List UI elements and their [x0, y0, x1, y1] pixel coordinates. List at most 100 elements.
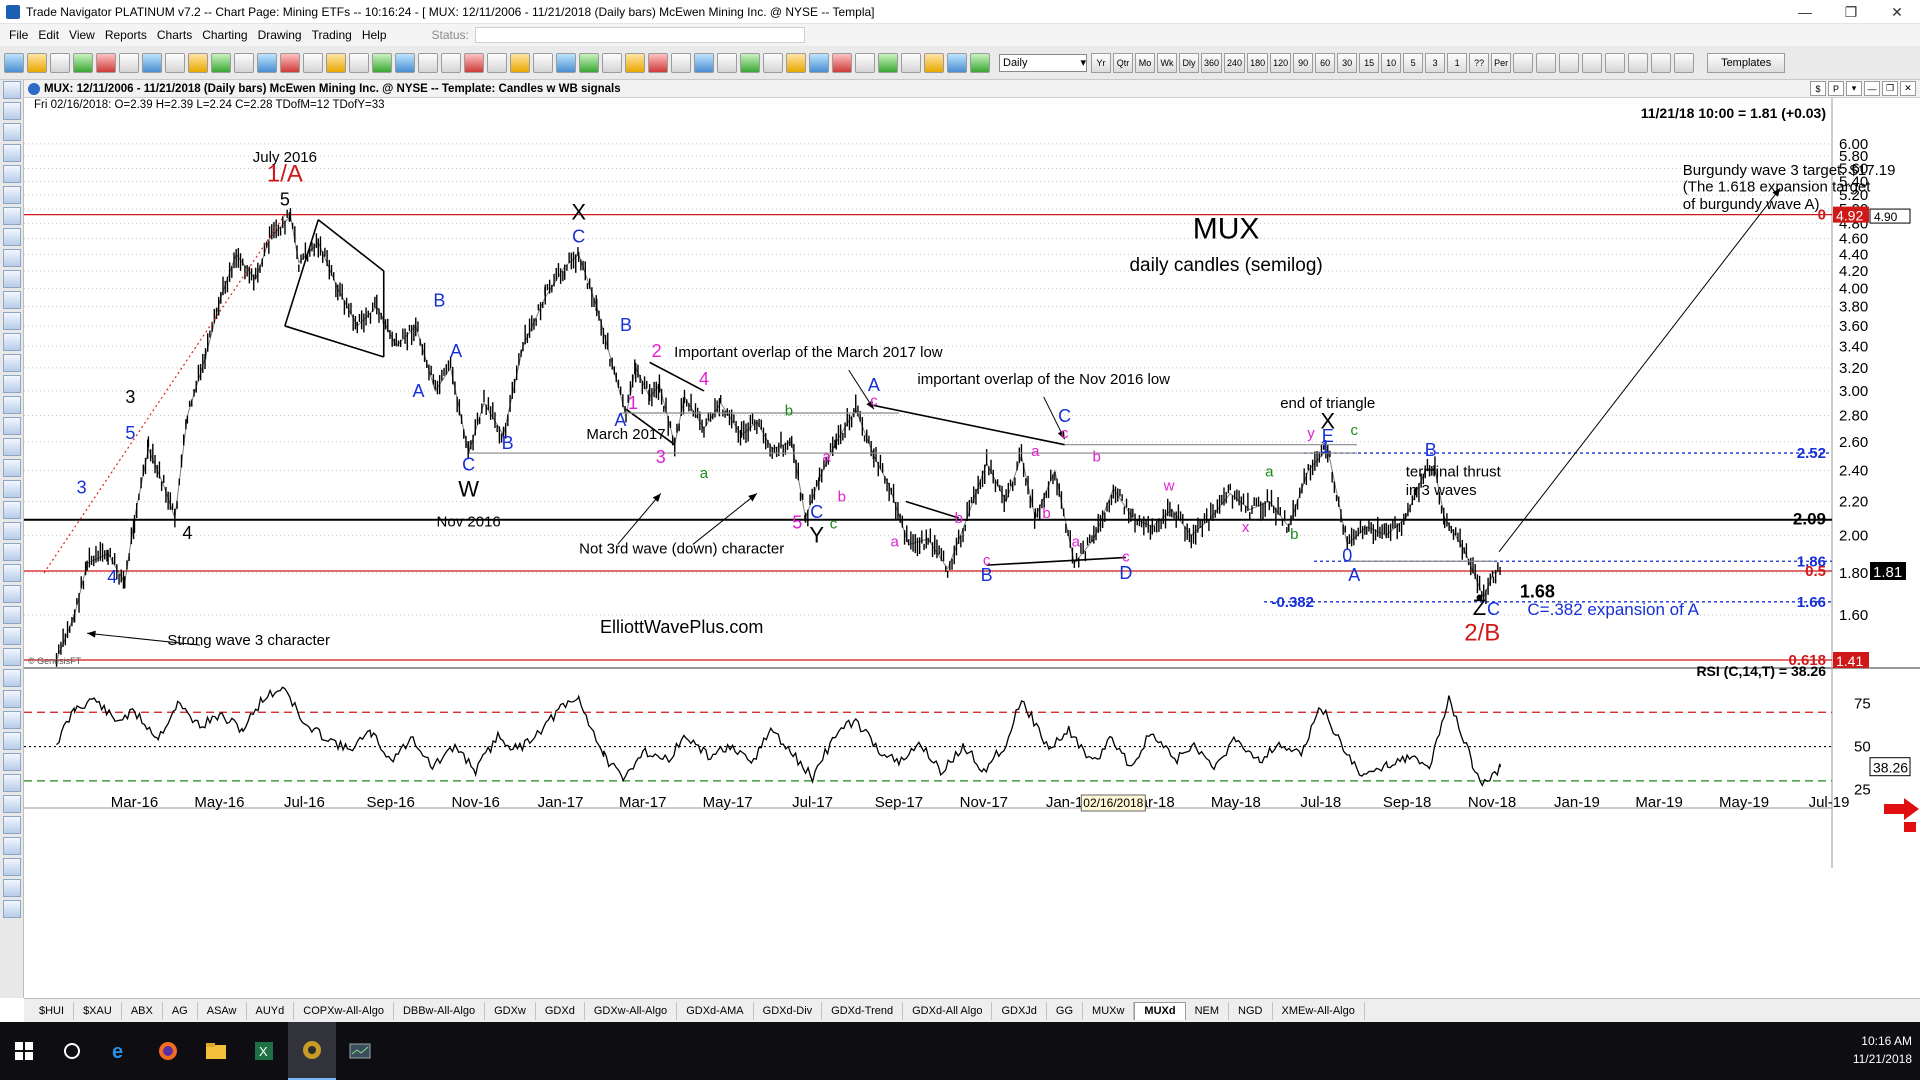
drawing-tool-icon[interactable] [3, 207, 21, 225]
chart-tab[interactable]: AG [163, 1001, 198, 1020]
toolbar-tool-icon[interactable] [832, 52, 852, 73]
dropdown-button[interactable]: ▾ [1846, 81, 1862, 96]
chart-tab[interactable]: XMEw-All-Algo [1273, 1001, 1365, 1020]
chart-tab[interactable]: GDXw-All-Algo [585, 1001, 678, 1020]
menu-charts[interactable]: Charts [152, 28, 197, 42]
timeframe-button-3[interactable]: 3 [1425, 52, 1446, 73]
chart-tab[interactable]: NEM [1186, 1001, 1230, 1020]
drawing-tool-icon[interactable] [3, 795, 21, 813]
drawing-tool-icon[interactable] [3, 396, 21, 414]
drawing-tool-icon[interactable] [3, 669, 21, 687]
toolbar-tool-icon[interactable] [188, 52, 208, 73]
drawing-tool-icon[interactable] [3, 186, 21, 204]
toolbar-tool-icon[interactable] [50, 52, 70, 73]
chart-close-button[interactable]: ✕ [1900, 81, 1916, 96]
file-explorer-icon[interactable] [192, 1022, 240, 1080]
drawing-tool-icon[interactable] [3, 732, 21, 750]
toolbar-tool-icon[interactable] [349, 52, 369, 73]
drawing-tool-icon[interactable] [3, 753, 21, 771]
toolbar-tool-icon[interactable] [487, 52, 507, 73]
print-button[interactable]: P [1828, 81, 1844, 96]
timeframe-button-360[interactable]: 360 [1201, 52, 1223, 73]
drawing-tool-icon[interactable] [3, 564, 21, 582]
chart-tab[interactable]: AUYd [247, 1001, 295, 1020]
menu-file[interactable]: File [4, 28, 33, 42]
chart-tab[interactable]: $XAU [74, 1001, 122, 1020]
drawing-tool-icon[interactable] [3, 711, 21, 729]
menu-drawing[interactable]: Drawing [253, 28, 307, 42]
toolbar-tool-icon[interactable] [901, 52, 921, 73]
dollar-button[interactable]: $ [1810, 81, 1826, 96]
toolbar-tool-icon[interactable] [510, 52, 530, 73]
menu-trading[interactable]: Trading [307, 28, 357, 42]
drawing-tool-icon[interactable] [3, 228, 21, 246]
drawing-tool-icon[interactable] [3, 480, 21, 498]
menu-charting[interactable]: Charting [197, 28, 252, 42]
toolbar-tool-icon[interactable] [786, 52, 806, 73]
drawing-tool-icon[interactable] [3, 648, 21, 666]
chart-tab[interactable]: GDXd-All Algo [903, 1001, 993, 1020]
indicator-tool-icon[interactable] [1628, 52, 1649, 73]
drawing-tool-icon[interactable] [3, 879, 21, 897]
toolbar-tool-icon[interactable] [970, 52, 990, 73]
chart-tab[interactable]: GDXd-Div [754, 1001, 823, 1020]
drawing-tool-icon[interactable] [3, 123, 21, 141]
app-window-icon[interactable] [336, 1022, 384, 1080]
indicator-tool-icon[interactable] [1536, 52, 1557, 73]
drawing-tool-icon[interactable] [3, 837, 21, 855]
menu-reports[interactable]: Reports [100, 28, 152, 42]
drawing-tool-icon[interactable] [3, 375, 21, 393]
timeframe-button-yr[interactable]: Yr [1091, 52, 1111, 73]
chart-tab[interactable]: GDXw [485, 1001, 536, 1020]
toolbar-tool-icon[interactable] [648, 52, 668, 73]
indicator-tool-icon[interactable] [1651, 52, 1672, 73]
drawing-tool-icon[interactable] [3, 417, 21, 435]
toolbar-tool-icon[interactable] [579, 52, 599, 73]
toolbar-tool-icon[interactable] [809, 52, 829, 73]
toolbar-tool-icon[interactable] [234, 52, 254, 73]
chart-tab[interactable]: ASAw [198, 1001, 247, 1020]
drawing-tool-icon[interactable] [3, 81, 21, 99]
toolbar-tool-icon[interactable] [556, 52, 576, 73]
chart-tab[interactable]: MUXd [1134, 1001, 1186, 1020]
drawing-tool-icon[interactable] [3, 627, 21, 645]
toolbar-tool-icon[interactable] [119, 52, 139, 73]
timeframe-button-per[interactable]: Per [1491, 52, 1512, 73]
drawing-tool-icon[interactable] [3, 291, 21, 309]
menu-edit[interactable]: Edit [33, 28, 64, 42]
timeframe-button-wk[interactable]: Wk [1157, 52, 1177, 73]
drawing-tool-icon[interactable] [3, 774, 21, 792]
chart-tab[interactable]: ABX [122, 1001, 163, 1020]
drawing-tool-icon[interactable] [3, 354, 21, 372]
drawing-tool-icon[interactable] [3, 522, 21, 540]
timeframe-button-mo[interactable]: Mo [1135, 52, 1155, 73]
chart-tab[interactable]: GDXd-Trend [822, 1001, 904, 1020]
toolbar-tool-icon[interactable] [257, 52, 277, 73]
toolbar-tool-icon[interactable] [165, 52, 185, 73]
drawing-tool-icon[interactable] [3, 606, 21, 624]
menu-help[interactable]: Help [357, 28, 392, 42]
toolbar-tool-icon[interactable] [395, 52, 415, 73]
timeframe-button-15[interactable]: 15 [1359, 52, 1380, 73]
drawing-tool-icon[interactable] [3, 102, 21, 120]
toolbar-tool-icon[interactable] [142, 52, 162, 73]
toolbar-tool-icon[interactable] [280, 52, 300, 73]
drawing-tool-icon[interactable] [3, 312, 21, 330]
drawing-tool-icon[interactable] [3, 249, 21, 267]
toolbar-tool-icon[interactable] [533, 52, 553, 73]
chart-tab[interactable]: GDXd [536, 1001, 585, 1020]
chart-minimize-button[interactable]: — [1864, 81, 1880, 96]
drawing-tool-icon[interactable] [3, 144, 21, 162]
toolbar-tool-icon[interactable] [878, 52, 898, 73]
drawing-tool-icon[interactable] [3, 501, 21, 519]
restore-button[interactable]: ❐ [1828, 0, 1874, 24]
toolbar-tool-icon[interactable] [602, 52, 622, 73]
toolbar-tool-icon[interactable] [855, 52, 875, 73]
drawing-tool-icon[interactable] [3, 333, 21, 351]
drawing-tool-icon[interactable] [3, 585, 21, 603]
timeframe-button-60[interactable]: 60 [1315, 52, 1336, 73]
toolbar-tool-icon[interactable] [27, 52, 47, 73]
price-chart[interactable]: 6.005.805.605.405.205.004.804.604.404.20… [24, 98, 1920, 998]
firefox-icon[interactable] [144, 1022, 192, 1080]
toolbar-tool-icon[interactable] [625, 52, 645, 73]
